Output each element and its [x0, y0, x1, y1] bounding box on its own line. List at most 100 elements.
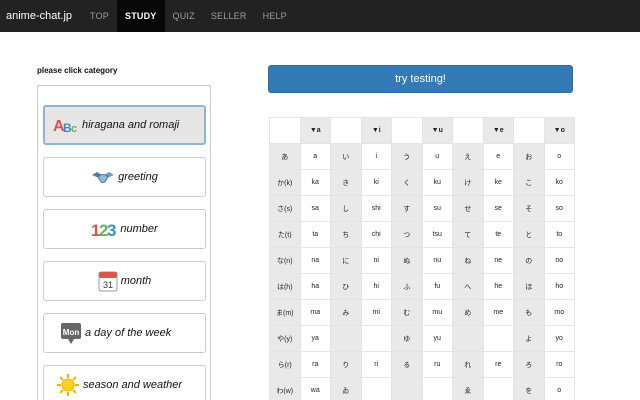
romaji-cell: sa: [299, 195, 331, 222]
romaji-cell: mo: [543, 299, 575, 326]
kana-header-cell: [513, 117, 545, 144]
category-label: hiragana and romaji: [82, 119, 180, 131]
nav-item-top[interactable]: TOP: [82, 0, 117, 32]
nav-item-help[interactable]: HELP: [255, 0, 295, 32]
kana-cell: せ: [452, 195, 484, 222]
category-panel: please click category A B c hiragana and…: [37, 66, 211, 400]
kana-header-row: ▼a ▼i ▼u ▼e ▼o: [269, 117, 575, 144]
kana-cell: は(h): [269, 273, 301, 300]
romaji-cell: [421, 377, 453, 400]
category-label: month: [120, 275, 152, 287]
romaji-cell: ro: [543, 351, 575, 378]
romaji-cell: yu: [421, 325, 453, 352]
kana-row: や(y) ya ゆ yu よ yo: [269, 325, 575, 352]
romaji-cell: na: [299, 247, 331, 274]
svg-text:31: 31: [103, 280, 113, 290]
kana-cell: る: [391, 351, 423, 378]
try-testing-button[interactable]: try testing!: [268, 65, 573, 93]
romaji-cell: ne: [482, 247, 514, 274]
kana-cell: ゑ: [452, 377, 484, 400]
number-123-icon: 1 2 3: [91, 219, 117, 239]
romaji-cell: a: [299, 143, 331, 170]
kana-cell: や(y): [269, 325, 301, 352]
romaji-cell: tsu: [421, 221, 453, 248]
kana-cell: ま(m): [269, 299, 301, 326]
kana-cell: う: [391, 143, 423, 170]
romaji-cell: ma: [299, 299, 331, 326]
romaji-cell: ni: [360, 247, 392, 274]
romaji-cell: ha: [299, 273, 331, 300]
nav-item-quiz[interactable]: QUIZ: [165, 0, 203, 32]
romaji-cell: te: [482, 221, 514, 248]
kana-header-cell: [269, 117, 301, 144]
kana-cell: て: [452, 221, 484, 248]
romaji-cell: i: [360, 143, 392, 170]
kana-cell: を: [513, 377, 545, 400]
kana-row: た(t) ta ち chi つ tsu て te と to: [269, 221, 575, 248]
kana-cell: こ: [513, 169, 545, 196]
kana-header-cell: [391, 117, 423, 144]
kana-header-cell[interactable]: ▼i: [360, 117, 392, 144]
romaji-cell: [482, 377, 514, 400]
category-greeting[interactable]: greeting: [43, 157, 206, 197]
kana-cell: ひ: [330, 273, 362, 300]
romaji-cell: shi: [360, 195, 392, 222]
kana-header-cell[interactable]: ▼e: [482, 117, 514, 144]
kana-cell: お: [513, 143, 545, 170]
kana-cell: [452, 325, 484, 352]
calendar-icon: 31: [98, 270, 118, 292]
category-day-of-week[interactable]: Mon a day of the week: [43, 313, 206, 353]
svg-text:c: c: [71, 123, 77, 134]
kana-table: ▼a ▼i ▼u ▼e ▼o あ a い i う u え e お o か(k) ka き ki く ku け ke こ ko さ(…: [269, 117, 575, 400]
kana-header-cell[interactable]: ▼u: [421, 117, 453, 144]
category-number[interactable]: 1 2 3 number: [43, 209, 206, 249]
romaji-cell: ka: [299, 169, 331, 196]
kana-cell: ふ: [391, 273, 423, 300]
category-label: season and weather: [83, 379, 183, 391]
kana-cell: な(n): [269, 247, 301, 274]
kana-cell: ゐ: [330, 377, 362, 400]
kana-header-cell[interactable]: ▼a: [299, 117, 331, 144]
kana-header-cell: [452, 117, 484, 144]
kana-cell: へ: [452, 273, 484, 300]
nav-item-study[interactable]: STUDY: [117, 0, 165, 32]
kana-cell: い: [330, 143, 362, 170]
kana-cell: く: [391, 169, 423, 196]
kana-cell: よ: [513, 325, 545, 352]
romaji-cell: u: [421, 143, 453, 170]
romaji-cell: [360, 377, 392, 400]
category-season-weather[interactable]: season and weather: [43, 365, 206, 400]
category-month[interactable]: 31 month: [43, 261, 206, 301]
brand-link[interactable]: anime-chat.jp: [0, 0, 82, 32]
kana-cell: す: [391, 195, 423, 222]
romaji-cell: so: [543, 195, 575, 222]
kana-cell: え: [452, 143, 484, 170]
kana-cell: れ: [452, 351, 484, 378]
kana-cell: ね: [452, 247, 484, 274]
kana-cell: ろ: [513, 351, 545, 378]
kana-cell: ほ: [513, 273, 545, 300]
nav-item-seller[interactable]: SELLER: [203, 0, 255, 32]
kana-cell: き: [330, 169, 362, 196]
kana-row: は(h) ha ひ hi ふ fu へ he ほ ho: [269, 273, 575, 300]
kana-row: ま(m) ma み mi む mu め me も mo: [269, 299, 575, 326]
romaji-cell: mi: [360, 299, 392, 326]
romaji-cell: ho: [543, 273, 575, 300]
svg-text:Mon: Mon: [63, 328, 80, 337]
kana-cell: つ: [391, 221, 423, 248]
kana-header-cell: [330, 117, 362, 144]
kana-header-cell[interactable]: ▼o: [543, 117, 575, 144]
category-label: a day of the week: [85, 327, 172, 339]
romaji-cell: [482, 325, 514, 352]
romaji-cell: ku: [421, 169, 453, 196]
romaji-cell: me: [482, 299, 514, 326]
category-label: greeting: [118, 171, 158, 183]
category-hiragana-romaji[interactable]: A B c hiragana and romaji: [43, 105, 206, 145]
romaji-cell: fu: [421, 273, 453, 300]
kana-cell: み: [330, 299, 362, 326]
sun-icon: [56, 373, 80, 397]
romaji-cell: su: [421, 195, 453, 222]
kana-cell: ち: [330, 221, 362, 248]
romaji-cell: ri: [360, 351, 392, 378]
romaji-cell: ta: [299, 221, 331, 248]
